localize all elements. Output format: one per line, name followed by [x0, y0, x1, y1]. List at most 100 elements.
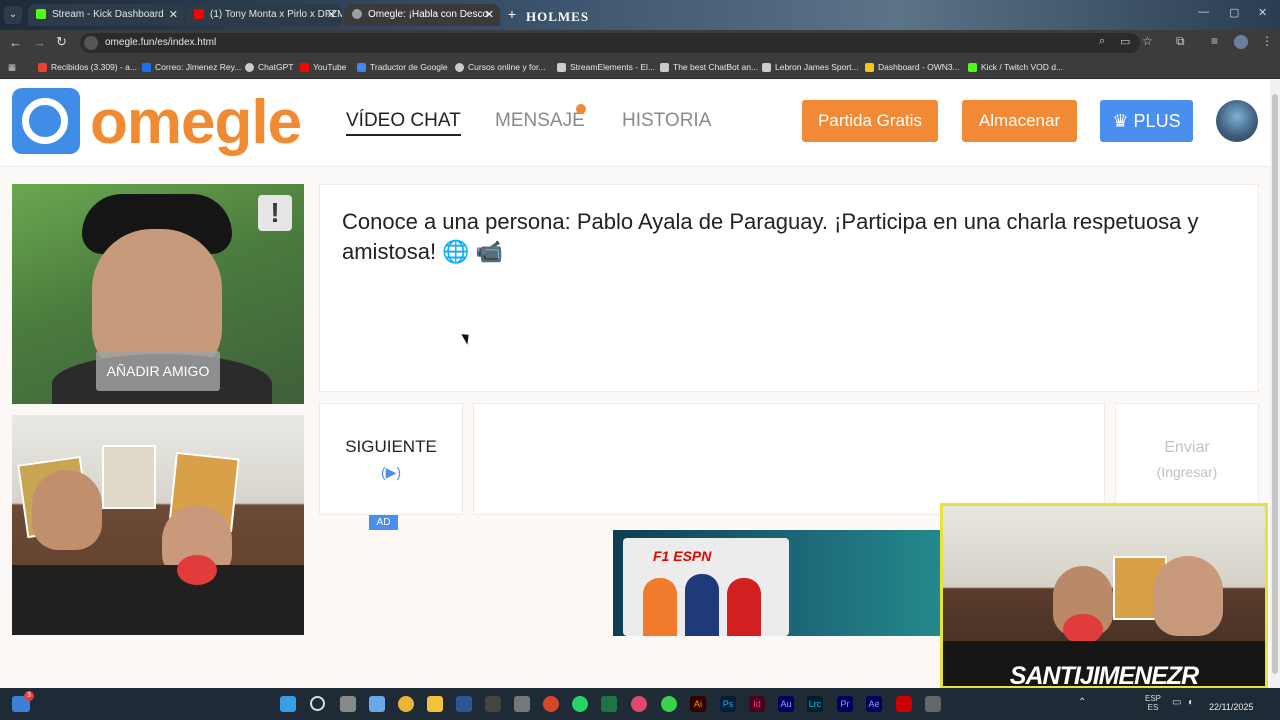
new-tab-button[interactable]: + [504, 6, 520, 22]
volume-icon[interactable]: ◐ [1188, 697, 1194, 708]
send-button[interactable]: Enviar (Ingresar) [1115, 403, 1259, 515]
add-friend-button[interactable]: AÑADIR AMIGO [96, 351, 220, 391]
reload-icon[interactable]: ↻ [56, 34, 67, 50]
minimize-icon[interactable]: — [1198, 6, 1209, 18]
next-button[interactable]: SIGUIENTE (▶) [319, 403, 463, 515]
apps-grid-icon[interactable]: ▦ [8, 56, 16, 78]
store-button[interactable]: Almacenar [962, 100, 1077, 142]
chatgpt-icon [245, 63, 254, 73]
capcut-icon[interactable] [485, 696, 501, 712]
bookmark-cursos[interactable]: Cursos online y for... [455, 56, 545, 78]
extensions-icon[interactable]: ⧉ [1176, 34, 1185, 49]
nav-history[interactable]: HISTORIA [622, 110, 711, 132]
network-icon[interactable]: ▭ [1172, 697, 1181, 708]
tab-kick-dashboard[interactable]: Stream - Kick Dashboard ✕ [28, 4, 184, 26]
excel-icon[interactable] [601, 696, 617, 712]
ad-banner[interactable]: F1 ESPN [613, 530, 943, 636]
clock-date[interactable]: 22/11/2025 [1209, 702, 1253, 712]
tab-title: (1) Tony Monta x Pirlo x DFZM [210, 9, 342, 20]
bookmark-chatbot[interactable]: The best ChatBot an... [660, 56, 758, 78]
plus-button[interactable]: ♛ PLUS [1100, 100, 1193, 142]
bookmark-label: Traductor de Google [370, 62, 448, 72]
after-effects-icon[interactable]: Ae [866, 696, 882, 712]
indesign-icon[interactable]: Id [749, 696, 765, 712]
nav-message[interactable]: MENSAJE [495, 110, 585, 132]
tab-omegle[interactable]: Omegle: ¡Habla con Desco ✕ [344, 4, 500, 26]
site-info-icon[interactable] [84, 36, 98, 50]
zoom-icon[interactable]: ⌕ [1099, 35, 1105, 48]
kick-icon [36, 9, 46, 20]
search-icon[interactable] [310, 696, 325, 711]
scrollbar-thumb[interactable] [1272, 94, 1278, 674]
bookmark-label: Cursos online y for... [468, 62, 546, 72]
tab-search-button[interactable]: ⌄ [4, 6, 22, 24]
audition-icon[interactable]: Au [778, 696, 794, 712]
media-player-icon[interactable] [631, 696, 647, 712]
bookmark-own3d[interactable]: Dashboard - OWN3... [865, 56, 960, 78]
lightroom-icon[interactable]: Lrc [807, 696, 823, 712]
photoshop-icon[interactable]: Ps [720, 696, 736, 712]
page-scrollbar[interactable] [1270, 80, 1280, 688]
bookmark-star-icon[interactable]: ☆ [1142, 34, 1153, 48]
copilot-icon[interactable] [369, 696, 385, 712]
omegle-logo-icon[interactable] [12, 88, 80, 154]
nav-video-chat[interactable]: VÍDEO CHAT [346, 110, 461, 136]
powerpoint-icon[interactable] [543, 696, 559, 712]
whatsapp-icon[interactable] [572, 696, 588, 712]
youtube-icon [194, 9, 204, 20]
phone-link-icon[interactable] [661, 696, 677, 712]
document-icon [762, 63, 771, 73]
word-icon[interactable] [456, 696, 472, 712]
bookmark-chatgpt[interactable]: ChatGPT [245, 56, 293, 78]
message-input[interactable] [473, 403, 1105, 515]
outlook-icon [142, 63, 151, 73]
chevron-up-icon[interactable]: ⌃ [1078, 697, 1086, 708]
bookmark-gmail[interactable]: Recibidos (3.309) - a... [38, 56, 137, 78]
user-avatar[interactable] [1216, 100, 1258, 142]
acrobat-icon[interactable] [896, 696, 912, 712]
bookmark-label: YouTube [313, 62, 347, 72]
bookmark-streamelements[interactable]: StreamElements - El... [557, 56, 655, 78]
forward-icon[interactable]: → [33, 35, 46, 50]
youtube-icon [300, 63, 309, 73]
bookmark-outlook[interactable]: Correo: Jimenez Rey... [142, 56, 241, 78]
send-label: Enviar [1164, 439, 1210, 456]
logo-wordmark[interactable]: omegle [90, 87, 302, 158]
notification-badge: 3 [24, 691, 34, 701]
tab-youtube[interactable]: (1) Tony Monta x Pirlo x DFZM ✕ [186, 4, 342, 26]
close-icon[interactable]: ✕ [327, 4, 336, 26]
profile-avatar[interactable] [1234, 35, 1248, 49]
url-field[interactable]: omegle.fun/es/index.html [80, 33, 1140, 53]
bookmark-translate[interactable]: Traductor de Google [357, 56, 448, 78]
premiere-icon[interactable]: Pr [837, 696, 853, 712]
maximize-icon[interactable]: ▢ [1229, 6, 1239, 19]
language-indicator[interactable]: ESP ES [1145, 694, 1161, 712]
start-icon[interactable] [280, 696, 296, 712]
close-icon[interactable]: ✕ [169, 4, 178, 26]
bookmark-kick-vod[interactable]: Kick / Twitch VOD d... [968, 56, 1063, 78]
file-explorer-icon[interactable] [427, 696, 443, 712]
bookmark-lebron[interactable]: Lebron James Sport... [762, 56, 859, 78]
free-match-button[interactable]: Partida Gratis [802, 100, 938, 142]
report-button[interactable]: ! [258, 195, 292, 231]
bookmark-label: Recibidos (3.309) - a... [51, 62, 137, 72]
bookmark-youtube[interactable]: YouTube [300, 56, 346, 78]
task-view-icon[interactable] [340, 696, 356, 712]
app-icon[interactable] [925, 696, 941, 712]
store-icon[interactable] [514, 696, 530, 712]
ad-brand: F1 ESPN [653, 548, 712, 564]
play-icon: (▶) [380, 464, 402, 480]
chrome-icon[interactable] [398, 696, 414, 712]
gmail-icon [38, 63, 47, 73]
ad-badge: AD [369, 515, 398, 530]
close-window-icon[interactable]: ✕ [1258, 6, 1267, 19]
close-icon[interactable]: ✕ [485, 4, 494, 26]
chatbot-icon [660, 63, 669, 73]
keyboard-layout: ES [1147, 703, 1159, 712]
kick-icon [968, 63, 977, 73]
media-icon[interactable]: ≡ [1211, 34, 1218, 48]
cast-icon[interactable]: ▭ [1120, 35, 1130, 48]
back-icon[interactable]: ← [9, 35, 22, 50]
illustrator-icon[interactable]: Ai [690, 696, 706, 712]
menu-icon[interactable]: ⋮ [1261, 34, 1273, 48]
